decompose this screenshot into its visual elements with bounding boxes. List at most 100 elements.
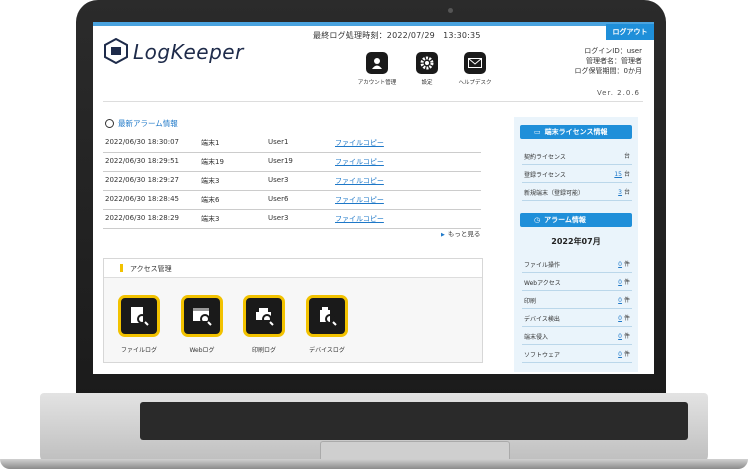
access-management-panel: アクセス管理 ファイルログ Webログ 印刷ログ デバイスログ: [103, 258, 483, 363]
nav-account-management[interactable]: アカウント管理: [352, 52, 402, 86]
license-label: 登録ライセンス: [524, 172, 566, 179]
alarm-month: 2022年07月: [551, 237, 601, 246]
alarm-info-header: ◷ アラーム情報: [520, 213, 632, 227]
device-log-label: デバイスログ: [309, 347, 345, 354]
alarm-info-value[interactable]: 0: [618, 297, 622, 304]
alarm-info-row: Webアクセス 0件: [522, 273, 632, 291]
person-icon: [366, 52, 388, 74]
table-row: 2022/06/30 18:28:29 端末3 User3 ファイルコピー: [103, 210, 481, 229]
more-link[interactable]: もっと見る: [441, 228, 481, 238]
alarm-datetime: 2022/06/30 18:29:51: [105, 157, 180, 165]
device-log-button[interactable]: デバイスログ: [305, 295, 349, 354]
alarm-info-row: ソフトウェア 0件: [522, 345, 632, 363]
alarm-info-title: アラーム情報: [544, 216, 586, 224]
alarm-info-unit: 件: [623, 297, 630, 304]
alarm-info-label: 端末侵入: [524, 334, 549, 341]
license-label: 新規端末（登録可能）: [524, 190, 585, 197]
nav-label: アカウント管理: [357, 80, 397, 86]
device-log-icon: [306, 295, 348, 337]
latest-alarms-title: 最新アラーム情報: [105, 118, 178, 129]
alarm-info-value[interactable]: 0: [618, 351, 622, 358]
keyboard: [140, 402, 688, 440]
alarm-action-link[interactable]: ファイルコピー: [335, 176, 384, 186]
license-row: 新規端末（登録可能） 3台: [522, 183, 632, 201]
alarm-user: User6: [268, 195, 289, 203]
mail-icon: [464, 52, 486, 74]
access-panel-title: アクセス管理: [130, 265, 172, 273]
alarm-info-value[interactable]: 0: [618, 315, 622, 322]
file-log-button[interactable]: ファイルログ: [117, 295, 161, 354]
alarm-info-value[interactable]: 0: [618, 279, 622, 286]
table-row: 2022/06/30 18:29:27 端末3 User3 ファイルコピー: [103, 172, 481, 191]
access-panel-header: アクセス管理: [104, 259, 482, 278]
web-log-button[interactable]: Webログ: [180, 295, 224, 354]
file-log-label: ファイルログ: [120, 347, 157, 354]
license-value[interactable]: 15: [614, 171, 622, 178]
alarm-clock-icon: ◷: [534, 216, 541, 224]
alarm-info-row: 端末侵入 0件: [522, 327, 632, 345]
alarm-action-link[interactable]: ファイルコピー: [335, 157, 384, 167]
alarm-info-value[interactable]: 0: [618, 261, 622, 268]
latest-alarms-label: 最新アラーム情報: [118, 119, 178, 128]
alarm-info-unit: 件: [623, 333, 630, 340]
alarm-info-label: ファイル操作: [524, 262, 561, 269]
nav-help-desk[interactable]: ヘルプデスク: [450, 52, 500, 86]
nav-label: ヘルプデスク: [458, 80, 492, 86]
header-accent-bar: [120, 264, 123, 272]
alarm-terminal: 端末6: [201, 196, 220, 204]
alarm-info-label: Webアクセス: [524, 280, 561, 287]
login-info: ログインID：user 管理者名：管理者 ログ保管期間：0か月: [575, 46, 642, 76]
alarm-info-row: ファイル操作 0件: [522, 255, 632, 273]
license-unit: 台: [623, 153, 630, 160]
web-log-icon: [181, 295, 223, 337]
alarm-datetime: 2022/06/30 18:30:07: [105, 138, 180, 146]
alarm-action-link[interactable]: ファイルコピー: [335, 214, 384, 224]
print-log-button[interactable]: 印刷ログ: [242, 295, 286, 354]
logout-button[interactable]: ログアウト: [606, 24, 654, 40]
alarm-info-row: デバイス検出 0件: [522, 309, 632, 327]
alarm-info-unit: 件: [623, 279, 630, 286]
alarm-user: User19: [268, 157, 293, 165]
alarm-datetime: 2022/06/30 18:28:45: [105, 195, 180, 203]
license-label: 契約ライセンス: [524, 154, 566, 161]
side-panel: ▭ 端末ライセンス情報 契約ライセンス 台 登録ライセンス 15 台 新規端末（登…: [514, 117, 638, 372]
printer-log-icon: [243, 295, 285, 337]
log-retention: ログ保管期間：0か月: [574, 67, 642, 75]
alarm-terminal: 端末1: [201, 139, 220, 147]
admin-name: 管理者名：管理者: [586, 57, 642, 65]
alarm-info-row: 印刷 0件: [522, 291, 632, 309]
table-row: 2022/06/30 18:28:45 端末6 User6 ファイルコピー: [103, 191, 481, 210]
alarm-terminal: 端末19: [201, 158, 224, 166]
alarm-info-value[interactable]: 0: [618, 333, 622, 340]
alarm-info-unit: 件: [623, 261, 630, 268]
camera-icon: [448, 8, 453, 13]
alarm-user: User3: [268, 214, 289, 222]
alarm-table: 2022/06/30 18:30:07 端末1 User1 ファイルコピー 20…: [103, 134, 481, 229]
alarm-info-label: 印刷: [524, 298, 537, 305]
web-log-label: Webログ: [189, 347, 215, 354]
alarm-datetime: 2022/06/30 18:29:27: [105, 176, 180, 184]
alarm-info-label: デバイス検出: [524, 316, 560, 323]
top-accent-bar: [93, 22, 654, 26]
login-id: ログインID：user: [584, 47, 642, 55]
laptop-deck: [40, 393, 708, 465]
nav-settings[interactable]: 設定: [402, 52, 452, 86]
license-unit: 台: [623, 171, 630, 178]
license-info-title: 端末ライセンス情報: [544, 128, 608, 136]
alarm-action-link[interactable]: ファイルコピー: [335, 138, 384, 148]
license-unit: 台: [623, 189, 630, 196]
table-row: 2022/06/30 18:30:07 端末1 User1 ファイルコピー: [103, 134, 481, 153]
alarm-info-unit: 件: [623, 351, 630, 358]
alarm-info-label: ソフトウェア: [524, 352, 561, 359]
laptop-base: [0, 393, 748, 476]
header-divider: [103, 101, 643, 102]
license-value[interactable]: 3: [618, 189, 622, 196]
license-row: 登録ライセンス 15 台: [522, 165, 632, 183]
alarm-user: User1: [268, 138, 289, 146]
alarm-action-link[interactable]: ファイルコピー: [335, 195, 384, 205]
last-log-time: 最終ログ処理時刻：2022/07/29 13:30:35: [313, 31, 481, 40]
clock-icon: [105, 119, 114, 128]
screen: ログアウト 最終ログ処理時刻：2022/07/29 13:30:35 LogKe…: [93, 22, 654, 374]
alarm-user: User3: [268, 176, 289, 184]
file-log-icon: [118, 295, 160, 337]
